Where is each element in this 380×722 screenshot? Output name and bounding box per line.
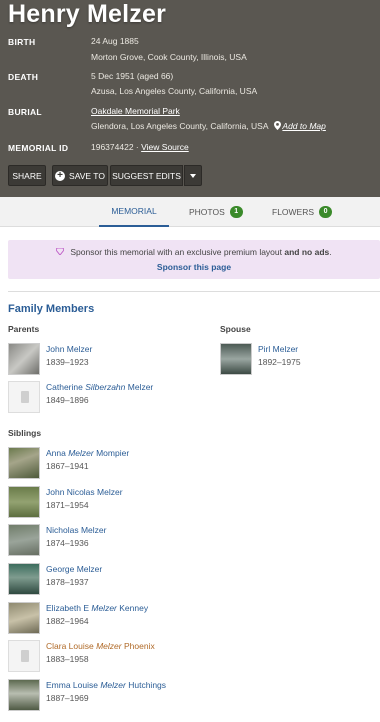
tab-memorial-label: MEMORIAL — [111, 206, 157, 216]
photos-count-badge: 1 — [229, 206, 243, 218]
family-member[interactable]: Catherine Silberzahn Melzer 1849–1896 — [8, 381, 208, 415]
member-dates: 1882–1964 — [46, 616, 89, 626]
memorial-thumbnail — [8, 486, 40, 518]
member-name: Clara Louise Melzer Phoenix — [46, 641, 155, 651]
member-dates: 1883–1958 — [46, 654, 89, 664]
member-name: Pirl Melzer — [258, 344, 299, 354]
family-member[interactable]: Emma Louise Melzer Hutchings 1887–1969 — [8, 679, 308, 713]
family-member[interactable]: John Melzer 1839–1923 — [8, 343, 208, 377]
placeholder-icon — [21, 650, 29, 662]
member-dates: 1849–1896 — [46, 395, 89, 405]
no-photo-placeholder — [8, 640, 40, 672]
memorial-thumbnail — [220, 343, 252, 375]
sponsor-text: Sponsor this memorial with an exclusive … — [70, 247, 283, 257]
member-dates: 1874–1936 — [46, 538, 89, 548]
memorial-thumbnail — [8, 563, 40, 595]
member-name: Nicholas Melzer — [46, 525, 107, 535]
memorial-thumbnail — [8, 447, 40, 479]
member-dates: 1867–1941 — [46, 461, 89, 471]
save-to-label: SAVE TO — [69, 170, 105, 181]
flowers-count-badge: 0 — [319, 206, 333, 218]
member-name: Emma Louise Melzer Hutchings — [46, 680, 167, 690]
map-pin-icon — [274, 121, 282, 130]
member-name: George Melzer — [46, 564, 103, 574]
member-name: Anna Melzer Mompier — [46, 448, 130, 458]
spouse-heading: Spouse — [220, 324, 251, 334]
view-source-link[interactable]: View Source — [141, 142, 189, 152]
member-dates: 1871–1954 — [46, 500, 89, 510]
family-member[interactable]: Nicholas Melzer 1874–1936 — [8, 524, 308, 558]
id-separator: · — [135, 142, 139, 152]
family-member[interactable]: Clara Louise Melzer Phoenix 1883–1958 — [8, 640, 308, 674]
suggest-edits-button[interactable]: SUGGEST EDITS — [110, 165, 183, 186]
caret-down-icon — [190, 173, 196, 178]
tab-photos[interactable]: PHOTOS 1 — [189, 197, 243, 227]
burial-label: BURIAL — [8, 107, 42, 117]
suggest-edits-dropdown[interactable] — [184, 165, 202, 186]
memorial-id-label: MEMORIAL ID — [8, 143, 69, 153]
siblings-heading: Siblings — [8, 428, 42, 438]
member-name: John Nicolas Melzer — [46, 487, 123, 497]
sponsor-and-no-ads: and no ads — [284, 247, 330, 257]
family-member[interactable]: Pirl Melzer 1892–1975 — [220, 343, 380, 377]
share-button[interactable]: SHARE — [8, 165, 46, 186]
tab-photos-label: PHOTOS — [189, 207, 225, 217]
memorial-tabs: MEMORIAL PHOTOS 1 FLOWERS 0 — [0, 197, 380, 227]
family-member[interactable]: John Nicolas Melzer 1871–1954 — [8, 486, 308, 520]
member-name: Elizabeth E Melzer Kenney — [46, 603, 149, 613]
parents-heading: Parents — [8, 324, 40, 334]
birth-date: 24 Aug 1885 — [91, 36, 139, 46]
family-member[interactable]: George Melzer 1878–1937 — [8, 563, 308, 597]
add-to-map-link[interactable]: Add to Map — [282, 121, 325, 131]
family-members-heading: Family Members — [8, 303, 95, 315]
sponsor-banner: Sponsor this memorial with an exclusive … — [8, 240, 380, 279]
plus-icon: + — [55, 170, 66, 181]
family-member[interactable]: Elizabeth E Melzer Kenney 1882–1964 — [8, 602, 308, 636]
member-dates: 1887–1969 — [46, 693, 89, 703]
death-label: DEATH — [8, 72, 39, 82]
memorial-thumbnail — [8, 679, 40, 711]
diamond-icon — [56, 248, 65, 255]
memorial-id-value: 196374422 — [91, 142, 134, 152]
family-member[interactable]: Anna Melzer Mompier 1867–1941 — [8, 447, 308, 481]
sponsor-page-link[interactable]: Sponsor this page — [157, 262, 231, 272]
member-dates: 1892–1975 — [258, 357, 301, 367]
memorial-thumbnail — [8, 343, 40, 375]
placeholder-icon — [21, 391, 29, 403]
memorial-name: Henry Melzer — [8, 0, 167, 28]
burial-place: Glendora, Los Angeles County, California… — [91, 121, 269, 131]
death-place: Azusa, Los Angeles County, California, U… — [91, 86, 258, 96]
member-name: Catherine Silberzahn Melzer — [46, 382, 154, 392]
memorial-header: Henry Melzer BIRTH 24 Aug 1885 Morton Gr… — [0, 0, 380, 197]
sponsor-text-end: . — [329, 247, 332, 257]
divider — [8, 291, 380, 292]
tab-memorial[interactable]: MEMORIAL — [99, 197, 169, 227]
save-to-button[interactable]: + SAVE TO — [52, 165, 108, 186]
member-dates: 1839–1923 — [46, 357, 89, 367]
tab-flowers[interactable]: FLOWERS 0 — [272, 197, 333, 227]
member-name: John Melzer — [46, 344, 93, 354]
birth-place: Morton Grove, Cook County, Illinois, USA — [91, 52, 247, 62]
birth-label: BIRTH — [8, 37, 36, 47]
memorial-thumbnail — [8, 602, 40, 634]
burial-cemetery-link[interactable]: Oakdale Memorial Park — [91, 106, 180, 116]
no-photo-placeholder — [8, 381, 40, 413]
memorial-thumbnail — [8, 524, 40, 556]
tab-flowers-label: FLOWERS — [272, 207, 315, 217]
member-dates: 1878–1937 — [46, 577, 89, 587]
death-date: 5 Dec 1951 (aged 66) — [91, 71, 174, 81]
